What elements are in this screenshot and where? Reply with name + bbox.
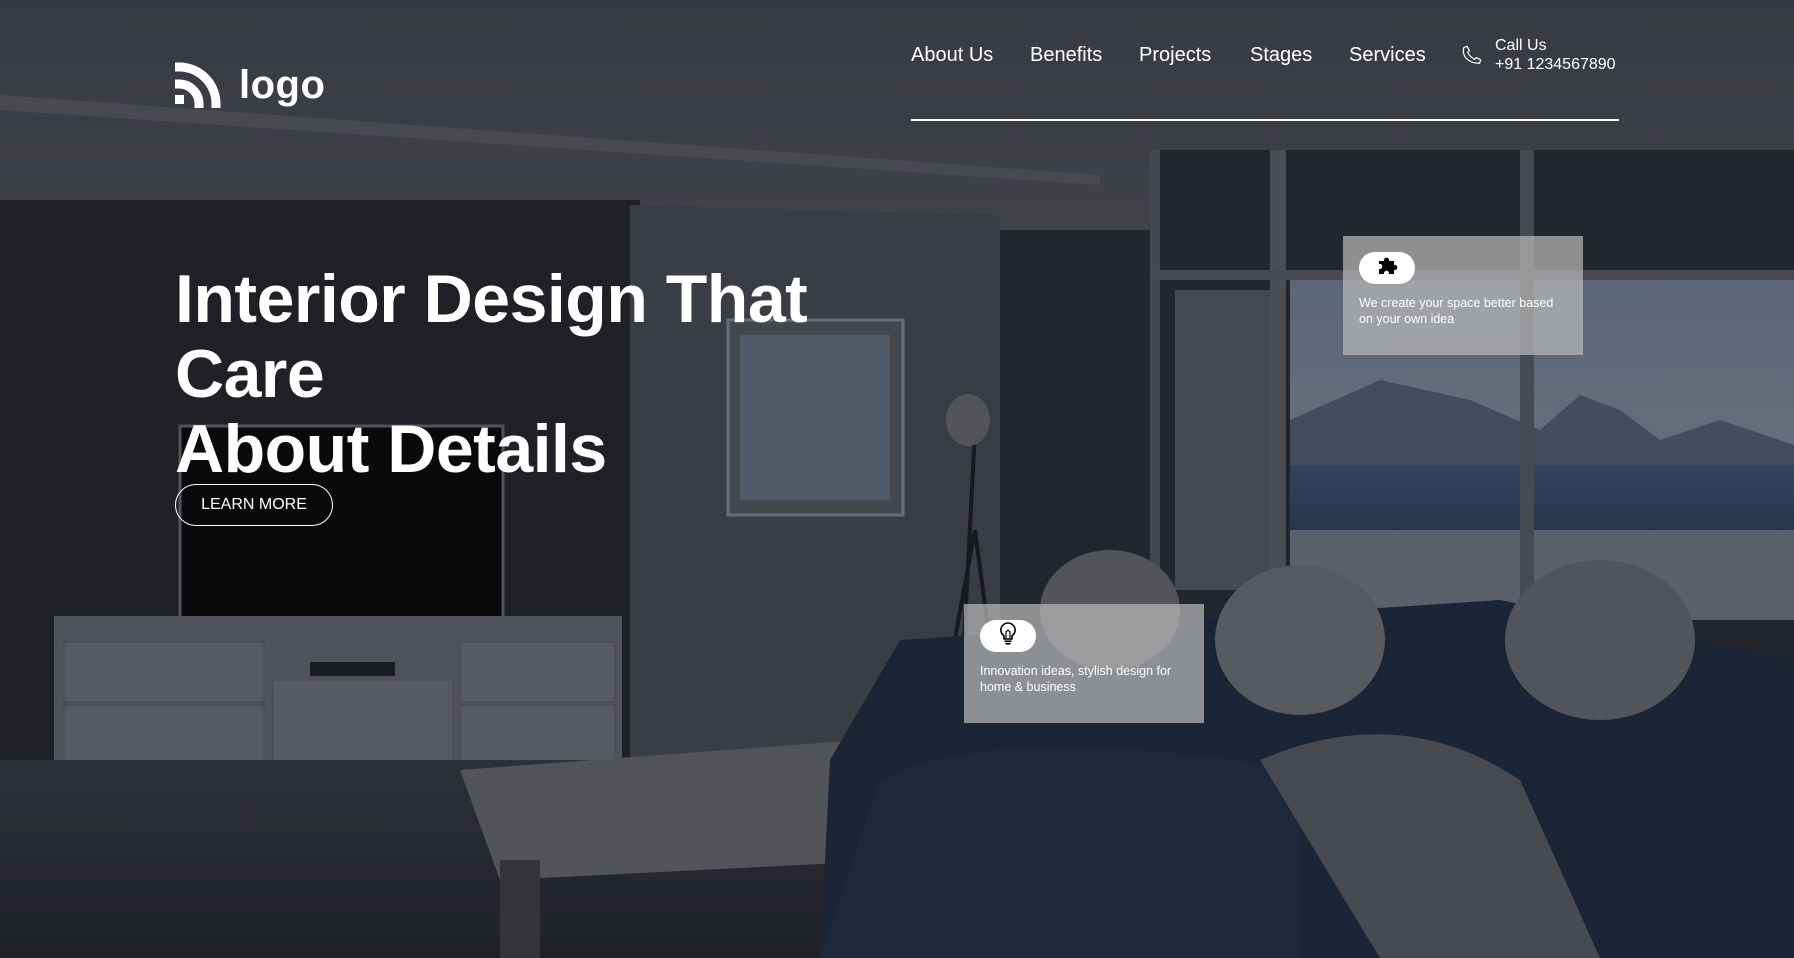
hero-headline: Interior Design That Care About Details (175, 262, 955, 487)
nav-services[interactable]: Services (1349, 44, 1426, 67)
logo-text: logo (239, 63, 326, 107)
lightbulb-icon (996, 621, 1020, 652)
phone-icon (1461, 44, 1483, 71)
call-us[interactable]: Call Us +91 1234567890 (1461, 36, 1616, 74)
feature-card-innovation: Innovation ideas, stylish design for hom… (964, 604, 1204, 723)
nav-about-us[interactable]: About Us (911, 44, 993, 67)
logo-arc-icon (174, 58, 225, 113)
hero-headline-line1: Interior Design That Care (175, 261, 808, 412)
main-navigation: About Us Benefits Projects Stages Servic… (911, 37, 1619, 121)
puzzle-icon (1375, 254, 1399, 283)
nav-benefits[interactable]: Benefits (1030, 44, 1102, 67)
phone-number[interactable]: +91 1234567890 (1495, 55, 1616, 74)
card-text: We create your space better based on you… (1359, 296, 1554, 326)
call-us-label: Call Us (1495, 37, 1547, 54)
card-text: Innovation ideas, stylish design for hom… (980, 664, 1172, 694)
learn-more-button[interactable]: LEARN MORE (175, 484, 333, 526)
feature-card-idea: We create your space better based on you… (1343, 236, 1583, 355)
nav-projects[interactable]: Projects (1139, 44, 1211, 67)
logo[interactable]: logo (174, 58, 326, 113)
nav-stages[interactable]: Stages (1250, 44, 1312, 67)
hero-headline-line2: About Details (175, 411, 607, 487)
card-icon-pill (980, 620, 1036, 652)
card-icon-pill (1359, 252, 1415, 284)
